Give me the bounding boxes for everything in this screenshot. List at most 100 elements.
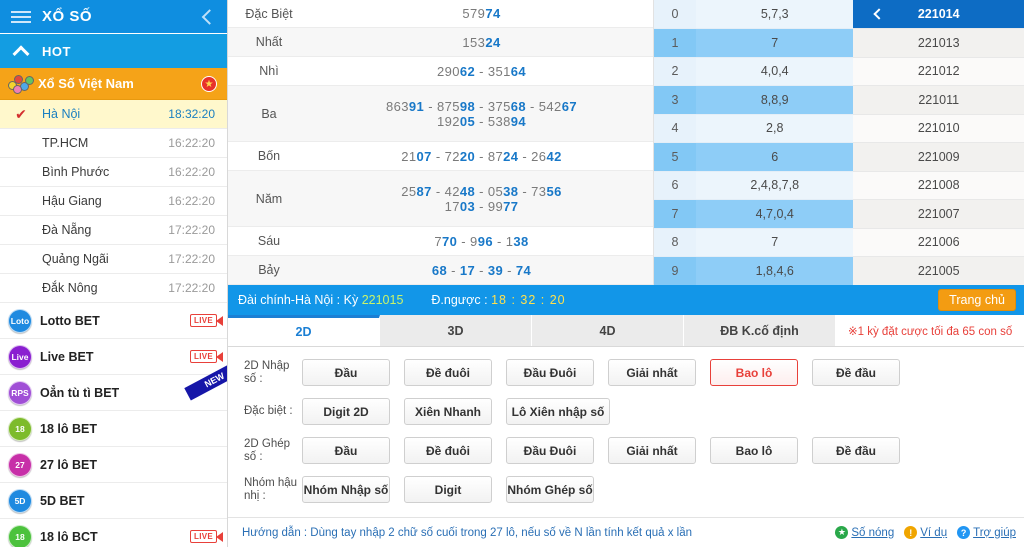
sidebar-group-vietnam[interactable]: Xổ Số Việt Nam ★: [0, 68, 227, 100]
prize-label: Đặc Biệt: [228, 0, 310, 29]
digit-row: 9 1,8,4,6: [654, 256, 854, 286]
prize-values: 68 - 17 - 39 - 74: [310, 255, 653, 285]
game-icon: Loto: [8, 308, 32, 333]
issue-id: 221008: [853, 171, 1024, 200]
game-icon: RPS: [8, 380, 32, 405]
game-icon: 18: [8, 524, 32, 547]
digit-row: 56: [654, 142, 854, 172]
issue-row[interactable]: 221006: [853, 228, 1024, 257]
tab--b-k-c-nh[interactable]: ĐB K.cố định: [684, 315, 836, 346]
chevron-left-icon[interactable]: [873, 8, 886, 20]
prize-row: Bảy 68 - 17 - 39 - 74: [228, 255, 653, 285]
sidebar-region-5[interactable]: Đà Nẵng 17:22:20: [0, 216, 227, 245]
bet-option-button[interactable]: Giải nhất: [608, 359, 696, 386]
sidebar-bet-list: Loto Lotto BET LIVE Live Live BET LIVE RPS Oẳn …: [0, 303, 227, 547]
region-name: TP.HCM: [42, 136, 89, 150]
sidebar-region-list: ✔ Hà Nội 18:32:20 TP.HCM 16:22:20 Bình Phước 1…: [0, 100, 227, 303]
bet-option-button[interactable]: Lô Xiên nhập số: [506, 398, 610, 425]
bet-option-button[interactable]: Đầu Đuôi: [506, 359, 594, 386]
hamburger-icon[interactable]: [0, 10, 42, 23]
issue-row[interactable]: 221014: [853, 0, 1024, 29]
issue-row[interactable]: 221005: [853, 256, 1024, 286]
digit-values: 4,0,4: [696, 57, 854, 86]
sidebar-region-3[interactable]: Bình Phước 16:22:20: [0, 158, 227, 187]
issue-id: 221010: [853, 114, 1024, 143]
footer-link-label[interactable]: Ví dụ: [920, 527, 947, 539]
sidebar-bet-game-6[interactable]: 5D 5D BET: [0, 483, 227, 519]
bet-option-button[interactable]: Bao lô: [710, 437, 798, 464]
bet-option-button[interactable]: Đầu: [302, 437, 390, 464]
digit-values: 4,7,0,4: [696, 199, 854, 229]
game-label: Oẳn tù tì BET: [40, 385, 120, 400]
bet-option-button[interactable]: Đầu Đuôi: [506, 437, 594, 464]
chevron-left-icon[interactable]: [201, 8, 218, 25]
sidebar-region-1[interactable]: ✔ Hà Nội 18:32:20: [0, 100, 227, 129]
issue-row[interactable]: 221008: [853, 171, 1024, 200]
footer-link[interactable]: ★ Số nóng: [835, 526, 894, 539]
digit-row: 0 5,7,3: [654, 0, 854, 29]
region-time: 17:22:20: [168, 223, 215, 237]
exclamation-icon: !: [904, 526, 918, 539]
bet-option-button[interactable]: Xiên Nhanh: [404, 398, 492, 425]
prize-values: 57974: [310, 0, 653, 29]
bet-option-button[interactable]: Digit 2D: [302, 398, 390, 425]
sidebar-hot-section[interactable]: HOT: [0, 34, 227, 68]
region-time: 17:22:20: [168, 281, 215, 295]
bet-option-button[interactable]: Nhóm Ghép số: [506, 476, 594, 503]
bet-option-button[interactable]: Bao lô: [710, 359, 798, 386]
sidebar-bet-game-2[interactable]: Live Live BET LIVE: [0, 339, 227, 375]
sidebar-region-6[interactable]: Quảng Ngãi 17:22:20: [0, 245, 227, 274]
footer-link-label[interactable]: Trợ giúp: [973, 527, 1016, 539]
bet-option-button[interactable]: Đề đuôi: [404, 437, 492, 464]
prize-row: Ba 86391 - 87598 - 37568 - 54267 19205 - 5…: [228, 85, 653, 143]
sidebar-region-4[interactable]: Hậu Giang 16:22:20: [0, 187, 227, 216]
bet-option-button[interactable]: Đề đuôi: [404, 359, 492, 386]
bet-row-3: 2D Ghép số : Đầu Đề đuôi Đầu Đuôi Giải nhất B…: [228, 431, 1024, 470]
sidebar-bet-game-1[interactable]: Loto Lotto BET LIVE: [0, 303, 227, 339]
bet-option-button[interactable]: Đề đầu: [812, 437, 900, 464]
digit-table: 0 5,7,3 1 7 2 4,0,4 3 8,8,9 4 2,8 5 6 6 2,4,8,7,8 7 4,7…: [654, 0, 854, 286]
footer-link-label[interactable]: Số nóng: [851, 527, 894, 539]
game-label: 27 lô BET: [40, 457, 97, 472]
digit-row: 17: [654, 28, 854, 58]
sidebar-region-7[interactable]: Đắk Nông 17:22:20: [0, 274, 227, 303]
game-label: 18 lô BCT: [40, 529, 98, 544]
sidebar-region-2[interactable]: TP.HCM 16:22:20: [0, 129, 227, 158]
issue-row[interactable]: 221013: [853, 28, 1024, 58]
bet-option-button[interactable]: Nhóm Nhập số: [302, 476, 390, 503]
home-button[interactable]: Trang chủ: [938, 289, 1016, 311]
tab-4d[interactable]: 4D: [532, 315, 684, 346]
sidebar-bet-game-4[interactable]: 18 18 lô BET: [0, 411, 227, 447]
region-time: 17:22:20: [168, 252, 215, 266]
issue-row[interactable]: 221009: [853, 142, 1024, 172]
footer-link[interactable]: ? Trợ giúp: [957, 526, 1016, 539]
digit-values: 5,7,3: [696, 0, 854, 29]
bet-row-label: Nhóm hậu nhị :: [244, 476, 298, 502]
issue-row[interactable]: 221007: [853, 199, 1024, 229]
sidebar-bet-game-7[interactable]: 18 18 lô BCT LIVE: [0, 519, 227, 547]
prize-values: 770 - 996 - 138: [310, 226, 653, 257]
game-label: Live BET: [40, 349, 94, 364]
issue-id: 221005: [853, 256, 1024, 286]
prize-values: 29062 - 35164: [310, 56, 653, 87]
issue-row[interactable]: 221011: [853, 85, 1024, 115]
question-icon: ?: [957, 526, 971, 539]
footer-bar: Hướng dẫn : Dùng tay nhập 2 chữ số cuối …: [228, 517, 1024, 547]
tab-2d[interactable]: 2D: [228, 315, 380, 346]
sidebar-bet-game-3[interactable]: RPS Oẳn tù tì BET NEW: [0, 365, 227, 411]
bet-option-button[interactable]: Đầu: [302, 359, 390, 386]
sidebar-bet-game-5[interactable]: 27 27 lô BET: [0, 447, 227, 483]
bet-option-button[interactable]: Digit: [404, 476, 492, 503]
digit-key: 5: [654, 142, 696, 172]
issue-row[interactable]: 221012: [853, 57, 1024, 86]
footer-link[interactable]: ! Ví dụ: [904, 526, 947, 539]
prize-label: Bốn: [228, 141, 310, 172]
region-time: 16:22:20: [168, 165, 215, 179]
live-badge: LIVE: [190, 314, 223, 327]
tab-3d[interactable]: 3D: [380, 315, 532, 346]
bet-row-1: 2D Nhập số : Đầu Đề đuôi Đầu Đuôi Giải nhất B…: [228, 353, 1024, 392]
bet-option-button[interactable]: Giải nhất: [608, 437, 696, 464]
bet-option-button[interactable]: Đề đầu: [812, 359, 900, 386]
prize-row: Bốn 2107 - 7220 - 8724 - 2642: [228, 141, 653, 172]
issue-row[interactable]: 221010: [853, 114, 1024, 143]
